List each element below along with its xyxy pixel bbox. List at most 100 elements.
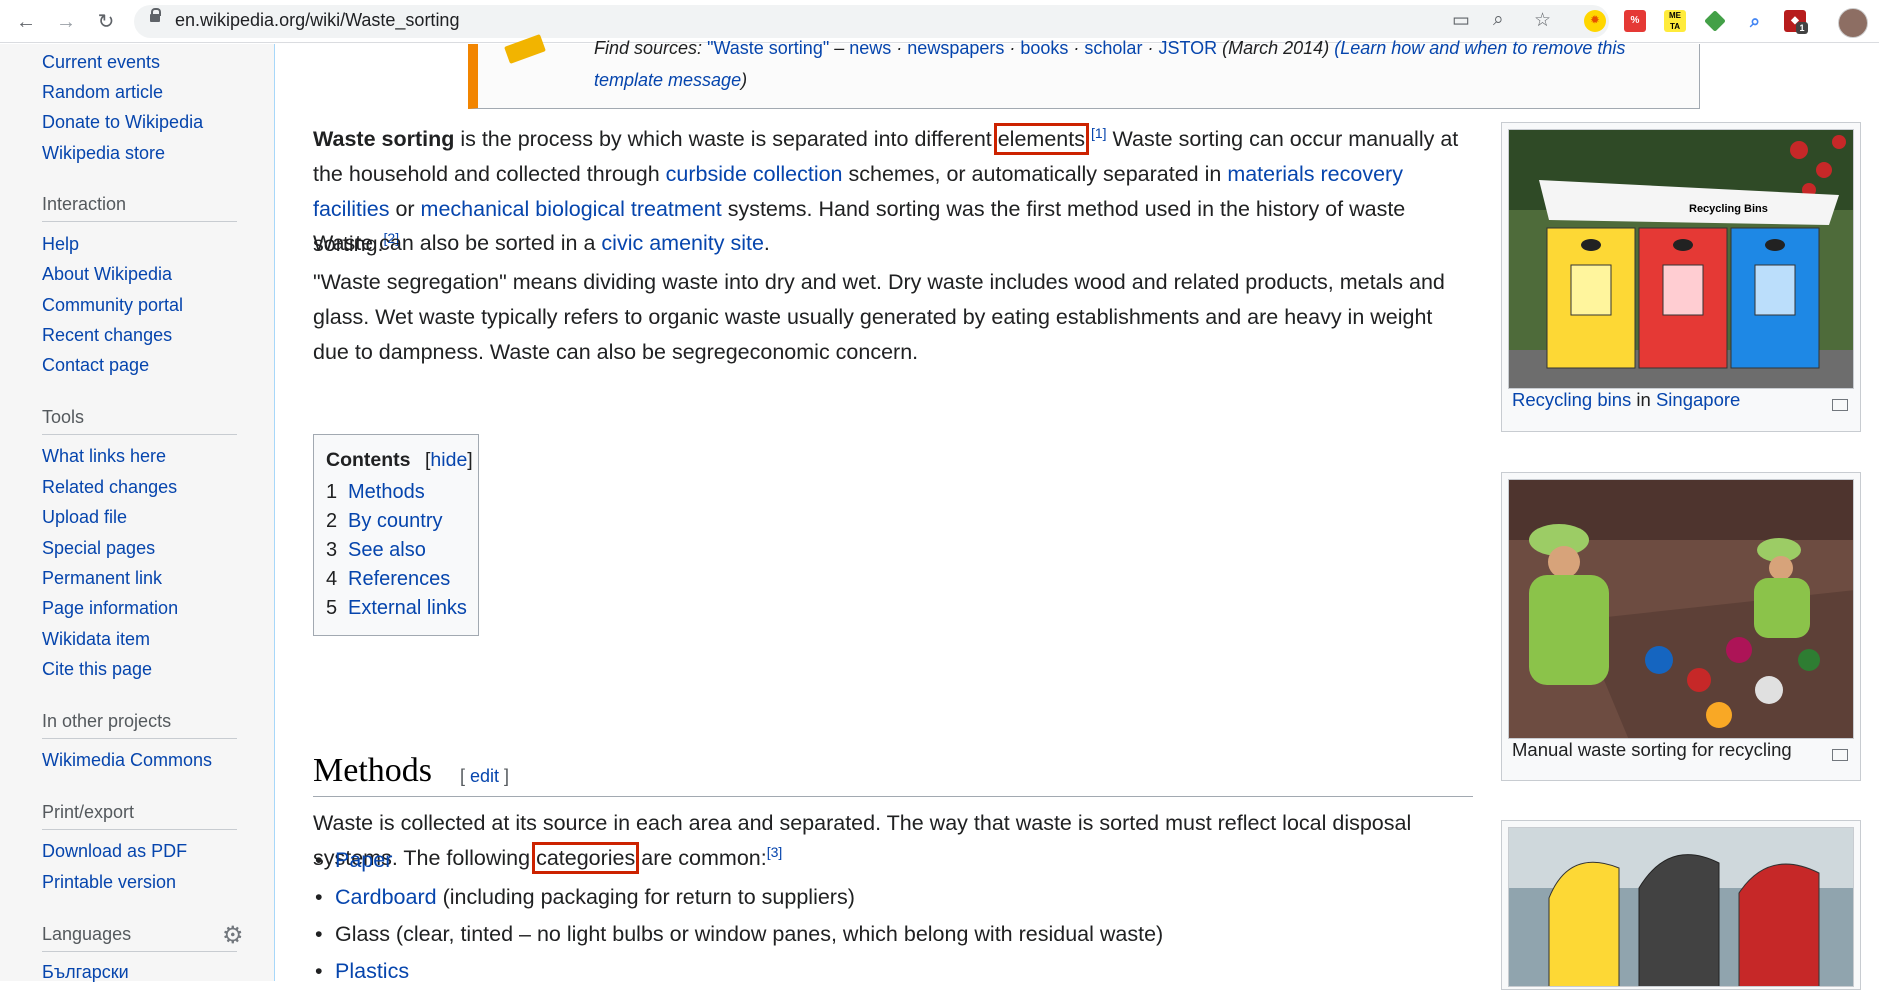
extension-percent-icon[interactable]: %: [1624, 10, 1646, 32]
sidebar-link-help[interactable]: Help: [42, 234, 79, 255]
highlighted-word-elements: elements: [993, 123, 1089, 155]
link-plastics[interactable]: Plastics: [335, 959, 409, 983]
toc-item-by-country[interactable]: 2 By country: [326, 510, 442, 533]
thumbnail-manual-sorting: Manual waste sorting for recycling: [1501, 472, 1861, 781]
sidebar-link-download-pdf[interactable]: Download as PDF: [42, 841, 187, 862]
browser-toolbar: ← → ↻ en.wikipedia.org/wiki/Waste_sortin…: [0, 0, 1879, 43]
link-recycling-bins[interactable]: Recycling bins: [1512, 389, 1631, 410]
sidebar-link-donate[interactable]: Donate to Wikipedia: [42, 112, 203, 133]
cast-icon[interactable]: ▭: [1452, 9, 1470, 32]
sidebar-link-special-pages[interactable]: Special pages: [42, 538, 155, 559]
sidebar-link-printable-version[interactable]: Printable version: [42, 872, 176, 893]
waste-bins-illustration: [1509, 828, 1853, 986]
sidebar-heading-print-export: Print/export: [42, 802, 135, 822]
toc-hide-link[interactable]: hide: [430, 449, 467, 471]
sidebar-heading-other-projects: In other projects: [42, 711, 172, 731]
link-mechanical-biological-treatment[interactable]: mechanical biological treatment: [421, 197, 722, 221]
ambox-jstor-link[interactable]: JSTOR: [1158, 38, 1217, 58]
sidebar: Current events Random article Donate to …: [0, 44, 275, 983]
sidebar-divider: [42, 221, 237, 222]
toc-title: Contents: [326, 449, 411, 471]
list-item: Glass (clear, tinted – no light bulbs or…: [315, 922, 1163, 947]
recycling-bins-illustration: Recycling Bins: [1509, 130, 1853, 388]
ambox-template-message-link[interactable]: template message: [594, 70, 741, 90]
link-curbside-collection[interactable]: curbside collection: [666, 162, 843, 186]
extension-meta-icon[interactable]: ME TA: [1664, 10, 1686, 32]
zoom-icon[interactable]: ⌕: [1493, 9, 1504, 31]
sidebar-link-page-information[interactable]: Page information: [42, 598, 178, 619]
extension-search-icon[interactable]: ⌕: [1744, 10, 1766, 32]
maintenance-notice: Find sources: "Waste sorting" – news · n…: [468, 34, 1700, 109]
sidebar-link-contact[interactable]: Contact page: [42, 355, 149, 376]
toc-item-references[interactable]: 4 References: [326, 568, 450, 591]
sidebar-heading-interaction: Interaction: [42, 194, 127, 214]
civic-paragraph: Waste can also be sorted in a civic amen…: [313, 231, 770, 255]
back-icon[interactable]: ←: [14, 10, 38, 34]
manual-sorting-illustration: [1509, 480, 1853, 738]
ambox-newspapers-link[interactable]: newspapers: [907, 38, 1004, 58]
link-paper[interactable]: Paper: [335, 848, 392, 872]
image-waste-bins[interactable]: [1508, 827, 1854, 987]
extension-sun-icon[interactable]: ✹: [1584, 10, 1606, 32]
sidebar-divider: [42, 829, 237, 830]
thumbnail-caption: Recycling bins in Singapore: [1512, 389, 1741, 410]
image-recycling-bins[interactable]: Recycling Bins: [1508, 129, 1854, 389]
profile-avatar[interactable]: [1838, 8, 1868, 38]
bookmark-star-icon[interactable]: ☆: [1534, 9, 1551, 32]
link-singapore[interactable]: Singapore: [1656, 389, 1740, 410]
ambox-learn-link[interactable]: (Learn how and when to remove this: [1334, 38, 1625, 58]
list-item: Paper: [315, 848, 393, 873]
toc-hide-control: [hide]: [425, 449, 473, 471]
sidebar-link-recent-changes[interactable]: Recent changes: [42, 325, 172, 346]
ambox-learn-line: template message): [594, 70, 748, 90]
thumbnail-recycling-bins: Recycling Bins Recycling bins in Singapo…: [1501, 122, 1861, 432]
list-item: Cardboard (including packaging for retur…: [315, 885, 855, 910]
sidebar-link-related-changes[interactable]: Related changes: [42, 477, 177, 498]
extension-layers-icon[interactable]: [1704, 10, 1726, 32]
link-cardboard[interactable]: Cardboard: [335, 885, 437, 909]
list-item: Plastics: [315, 959, 409, 984]
segregation-paragraph: "Waste segregation" means dividing waste…: [313, 270, 1445, 364]
ambox-books-link[interactable]: books: [1020, 38, 1068, 58]
sidebar-link-community-portal[interactable]: Community portal: [42, 295, 183, 316]
table-of-contents: Contents [hide] 1 Methods 2 By country 3 Se…: [313, 434, 479, 636]
link-civic-amenity-site[interactable]: civic amenity site: [601, 231, 764, 255]
section-heading-methods: Methods: [313, 752, 432, 789]
enlarge-icon[interactable]: [1832, 749, 1848, 761]
ambox-query-link[interactable]: "Waste sorting": [707, 38, 829, 58]
reload-icon[interactable]: ↻: [94, 10, 118, 34]
sidebar-link-cite-this-page[interactable]: Cite this page: [42, 659, 152, 680]
sidebar-link-random-article[interactable]: Random article: [42, 82, 163, 103]
edit-section-link[interactable]: edit: [470, 766, 499, 786]
ambox-scholar-link[interactable]: scholar: [1084, 38, 1142, 58]
highlighted-word-categories: categories: [532, 842, 640, 874]
sidebar-link-wikidata-item[interactable]: Wikidata item: [42, 629, 150, 650]
ambox-news-link[interactable]: news: [849, 38, 891, 58]
toc-item-external-links[interactable]: 5 External links: [326, 597, 467, 620]
forward-icon[interactable]: →: [54, 10, 78, 34]
sidebar-link-about[interactable]: About Wikipedia: [42, 264, 172, 285]
url-text[interactable]: en.wikipedia.org/wiki/Waste_sorting: [175, 10, 459, 31]
lock-icon[interactable]: [150, 8, 161, 22]
toc-item-see-also[interactable]: 3 See also: [326, 539, 426, 562]
thumbnail-waste-bins: [1501, 820, 1861, 990]
sidebar-link-current-events[interactable]: Current events: [42, 52, 160, 73]
enlarge-icon[interactable]: [1832, 399, 1848, 411]
sidebar-divider: [42, 738, 237, 739]
thumbnail-caption: Manual waste sorting for recycling: [1512, 739, 1792, 760]
sidebar-link-language-bulgarian[interactable]: Български: [42, 962, 129, 983]
ambox-sources-line: Find sources: "Waste sorting" – news · n…: [594, 38, 1626, 58]
sidebar-link-wikimedia-commons[interactable]: Wikimedia Commons: [42, 750, 212, 771]
sidebar-heading-tools: Tools: [42, 407, 85, 427]
article-content: Find sources: "Waste sorting" – news · n…: [276, 34, 1879, 990]
citation-1[interactable]: [1]: [1091, 125, 1107, 141]
toc-item-methods[interactable]: 1 Methods: [326, 481, 425, 504]
image-manual-sorting[interactable]: [1508, 479, 1854, 739]
sidebar-link-store[interactable]: Wikipedia store: [42, 143, 165, 164]
citation-3[interactable]: [3]: [767, 844, 783, 860]
section-edit: [ edit ]: [460, 766, 510, 786]
sidebar-link-what-links-here[interactable]: What links here: [42, 446, 166, 467]
gear-icon[interactable]: ⚙: [222, 921, 244, 950]
sidebar-link-upload-file[interactable]: Upload file: [42, 507, 127, 528]
sidebar-link-permanent-link[interactable]: Permanent link: [42, 568, 162, 589]
